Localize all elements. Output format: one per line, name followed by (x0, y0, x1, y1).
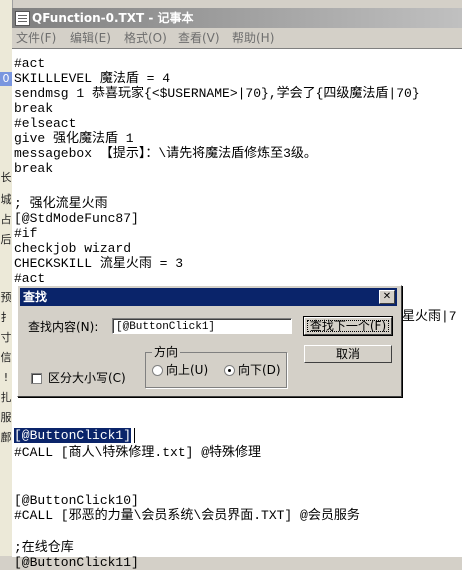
title-bar[interactable]: QFunction-0.TXT - 记事本 (12, 8, 462, 28)
window-title: QFunction-0.TXT - 记事本 (32, 11, 194, 25)
menu-bar: 文件(F) 编辑(E) 格式(O) 查看(V) 帮助(H) (12, 28, 462, 48)
text-line: break (14, 161, 54, 176)
menu-format[interactable]: 格式(O) (124, 31, 167, 45)
direction-down-label[interactable]: 向下(D) (238, 363, 281, 377)
match-case-checkbox[interactable] (31, 373, 42, 384)
find-dialog-title: 查找 (23, 290, 48, 304)
text-line-partial: 星火雨|7 (402, 309, 457, 324)
direction-up-label[interactable]: 向上(U) (166, 363, 208, 377)
search-match-highlight: [@ButtonClick1] (14, 428, 132, 443)
text-line-selected: [@ButtonClick1] (14, 428, 132, 443)
text-line: [@ButtonClick10] (14, 493, 139, 508)
text-line: #elseact (14, 116, 77, 131)
strip-char: 后 (0, 233, 12, 246)
text-line: checkjob wizard (14, 241, 132, 256)
notepad-icon (15, 11, 30, 26)
match-case-label[interactable]: 区分大小写(C) (48, 371, 126, 385)
find-dialog: 查找 ✕ 查找内容(N): [@ButtonClick1] 查找下一个(F) 取… (17, 285, 402, 397)
strip-char: 信 (0, 351, 12, 364)
text-line: give 强化魔法盾 1 (14, 131, 134, 146)
text-line: [@ButtonClick11] (14, 555, 139, 570)
menu-edit[interactable]: 编辑(E) (70, 31, 111, 45)
cancel-button[interactable]: 取消 (304, 345, 392, 363)
text-line: ;在线仓库 (14, 540, 74, 555)
strip-char: 扌 (0, 311, 12, 324)
strip-char: 预 (0, 291, 12, 304)
text-line: ; 强化流星火雨 (14, 196, 108, 211)
text-caret (134, 428, 135, 443)
find-what-label: 查找内容(N): (28, 320, 99, 334)
strip-char: 扎 (0, 391, 12, 404)
text-line: SKILLLEVEL 魔法盾 = 4 (14, 71, 171, 86)
menu-file[interactable]: 文件(F) (16, 31, 56, 45)
direction-down-radio[interactable] (224, 365, 235, 376)
direction-group: 方向 向上(U) 向下(D) (145, 345, 287, 388)
find-dialog-title-bar[interactable]: 查找 ✕ (20, 288, 397, 306)
strip-char: 长 (0, 171, 12, 184)
strip-char: 占 (0, 213, 12, 226)
focus-rect (307, 320, 389, 332)
direction-up-radio[interactable] (152, 365, 163, 376)
menu-view[interactable]: 查看(V) (178, 31, 220, 45)
text-line: #act (14, 271, 46, 286)
strip-char: 服 (0, 411, 12, 424)
text-line: #act (14, 56, 46, 71)
strip-char: 寸 (0, 331, 12, 344)
text-line: #CALL [商人\特殊修理.txt] @特殊修理 (14, 445, 262, 460)
text-line: sendmsg 1 恭喜玩家{<$USERNAME>|70},学会了{四级魔法盾… (14, 86, 420, 101)
text-line: break (14, 101, 54, 116)
direction-label: 方向 (152, 345, 181, 359)
text-line: messagebox 【提示】：\请先将魔法盾修炼至3级。 (14, 146, 317, 161)
strip-char: ! (3, 371, 9, 384)
menu-help[interactable]: 帮助(H) (232, 31, 274, 45)
strip-char: 城 (0, 193, 12, 206)
strip-char: 鄜 (0, 431, 12, 444)
notepad-window: QFunction-0.TXT - 记事本 文件(F) 编辑(E) 格式(O) … (12, 8, 462, 570)
text-line: [@StdModeFunc87] (14, 211, 139, 226)
text-line: CHECKSKILL 流星火雨 = 3 (14, 256, 184, 271)
find-next-button[interactable]: 查找下一个(F) (303, 316, 393, 336)
strip-char: 0 (2, 72, 10, 85)
close-icon[interactable]: ✕ (379, 290, 395, 304)
find-what-input[interactable]: [@ButtonClick1] (112, 318, 292, 334)
text-line: #if (14, 226, 38, 241)
text-line: #CALL [邪恶的力量\会员系统\会员界面.TXT] @会员服务 (14, 508, 360, 523)
